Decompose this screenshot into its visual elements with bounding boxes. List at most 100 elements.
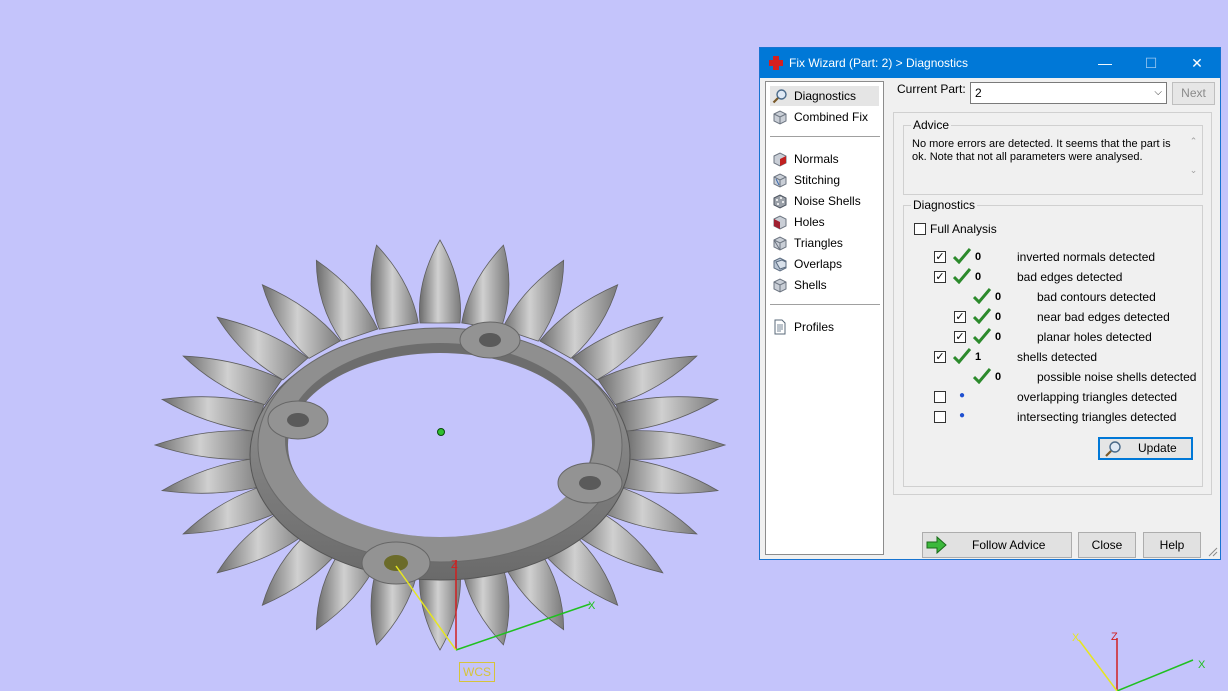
noise-shells-icon (773, 194, 787, 209)
wcs-label: WCS (459, 662, 495, 682)
overlapping-triangles-checkbox[interactable] (934, 391, 946, 403)
follow-advice-label: Follow Advice (972, 538, 1046, 552)
advice-title: Advice (911, 118, 952, 132)
update-button[interactable]: Update (1098, 437, 1193, 460)
maximize-button[interactable]: ☐ (1128, 48, 1174, 78)
overlaps-cube-icon (773, 257, 787, 272)
green-arrow-icon (926, 536, 947, 554)
minimize-button[interactable]: — (1082, 48, 1128, 78)
mounting-lug-bottom (361, 541, 431, 585)
nav-item-diagnostics[interactable]: Diagnostics (770, 86, 879, 106)
ok-check-icon (973, 288, 991, 304)
close-window-button[interactable]: ✕ (1174, 48, 1220, 78)
nav-item-stitching[interactable]: Stitching (770, 170, 879, 190)
diagnostics-group: Diagnostics Full Analysis ✓ 0 inverted n… (903, 198, 1203, 487)
ok-check-icon (973, 368, 991, 384)
petal (419, 239, 461, 324)
bad-edges-count: 0 (975, 271, 982, 283)
nav-item-label: Triangles (794, 236, 843, 250)
nav-item-holes[interactable]: Holes (770, 212, 879, 232)
nav-item-overlaps[interactable]: Overlaps (770, 254, 879, 274)
nav-item-label: Overlaps (794, 257, 843, 271)
intersecting-triangles-checkbox[interactable] (934, 411, 946, 423)
wcs-z-label: Z (451, 559, 458, 571)
advice-scrollbar[interactable]: ⌃ ⌄ (1186, 136, 1201, 186)
overlapping-triangles-text: overlapping triangles detected (1017, 390, 1178, 404)
current-part-select[interactable]: 2 ⌵ (970, 82, 1167, 104)
resize-grip-icon[interactable] (1208, 547, 1218, 557)
ok-check-icon (973, 308, 991, 324)
nav-item-label: Noise Shells (794, 194, 861, 208)
update-label: Update (1138, 441, 1177, 455)
normals-cube-icon (773, 152, 787, 167)
ring-hole (288, 353, 592, 537)
nav-item-profiles[interactable]: Profiles (770, 317, 879, 337)
help-button[interactable]: Help (1143, 532, 1201, 558)
inverted-normals-count: 0 (975, 251, 982, 263)
mounting-lug-left (267, 400, 329, 440)
bad-contours-text: bad contours detected (1037, 290, 1156, 304)
orientation-triad: Z X X (1072, 631, 1206, 691)
pending-dot-icon: ● (959, 390, 966, 401)
fix-wizard-dialog: Fix Wizard (Part: 2) > Diagnostics — ☐ ✕… (759, 47, 1221, 560)
bad-contours-count: 0 (995, 291, 1002, 303)
ok-check-icon (953, 348, 971, 364)
close-button[interactable]: Close (1078, 532, 1136, 558)
minimize-icon: — (1098, 55, 1112, 71)
nav-divider (770, 304, 880, 305)
shells-checkbox[interactable]: ✓ (934, 351, 946, 363)
advice-text: No more errors are detected. It seems th… (912, 138, 1171, 163)
app-cross-icon (769, 56, 783, 70)
full-analysis-checkbox[interactable] (914, 223, 926, 235)
noise-shells-text: possible noise shells detected (1037, 370, 1197, 384)
near-bad-edges-checkbox[interactable]: ✓ (954, 311, 966, 323)
petal (160, 458, 265, 494)
petal (153, 430, 256, 460)
nav-item-label: Stitching (794, 173, 841, 187)
petal (370, 244, 419, 330)
diagnostics-panel: Advice No more errors are detected. It s… (893, 112, 1212, 495)
nav-item-label: Profiles (794, 320, 835, 334)
triad-z-label: Z (1111, 631, 1118, 643)
bad-edges-checkbox[interactable]: ✓ (934, 271, 946, 283)
petal (615, 458, 720, 494)
mounting-lug-right (557, 462, 623, 504)
triad-x-label-alt: X (1072, 632, 1080, 644)
nav-item-combined-fix[interactable]: Combined Fix (770, 107, 879, 127)
advice-group: Advice No more errors are detected. It s… (903, 118, 1203, 195)
triad-x-label: X (1198, 659, 1206, 671)
nav-item-shells[interactable]: Shells (770, 275, 879, 295)
next-button[interactable]: Next (1172, 82, 1215, 105)
current-part-label: Current Part: (897, 82, 966, 96)
nav-item-noise-shells[interactable]: Noise Shells (770, 191, 879, 211)
inverted-normals-checkbox[interactable]: ✓ (934, 251, 946, 263)
petal (624, 430, 727, 460)
planar-holes-count: 0 (995, 331, 1002, 343)
holes-cube-icon (773, 215, 787, 230)
nav-item-label: Shells (794, 278, 827, 292)
scroll-up-icon[interactable]: ⌃ (1186, 136, 1201, 147)
follow-advice-button[interactable]: Follow Advice (922, 532, 1072, 558)
nav-item-label: Holes (794, 215, 825, 229)
near-bad-edges-text: near bad edges detected (1037, 310, 1170, 324)
cube-icon (773, 110, 787, 125)
nav-item-normals[interactable]: Normals (770, 149, 879, 169)
nav-item-label: Normals (794, 152, 839, 166)
ok-check-icon (973, 328, 991, 344)
close-icon: ✕ (1191, 55, 1203, 71)
shells-cube-icon (773, 278, 787, 293)
planar-holes-checkbox[interactable]: ✓ (954, 331, 966, 343)
petal (160, 396, 265, 432)
ok-check-icon (953, 248, 971, 264)
nav-item-label: Combined Fix (794, 110, 869, 124)
stitching-cube-icon (773, 173, 787, 188)
intersecting-triangles-text: intersecting triangles detected (1017, 410, 1177, 424)
inverted-normals-text: inverted normals detected (1017, 250, 1156, 264)
nav-item-triangles[interactable]: Triangles (770, 233, 879, 253)
dialog-titlebar[interactable]: Fix Wizard (Part: 2) > Diagnostics — ☐ ✕ (760, 48, 1220, 78)
mounting-lug-top (459, 321, 521, 359)
scroll-down-icon[interactable]: ⌄ (1186, 165, 1201, 176)
chevron-down-icon: ⌵ (1154, 87, 1162, 98)
near-bad-edges-count: 0 (995, 311, 1002, 323)
magnifier-icon (1105, 441, 1121, 457)
